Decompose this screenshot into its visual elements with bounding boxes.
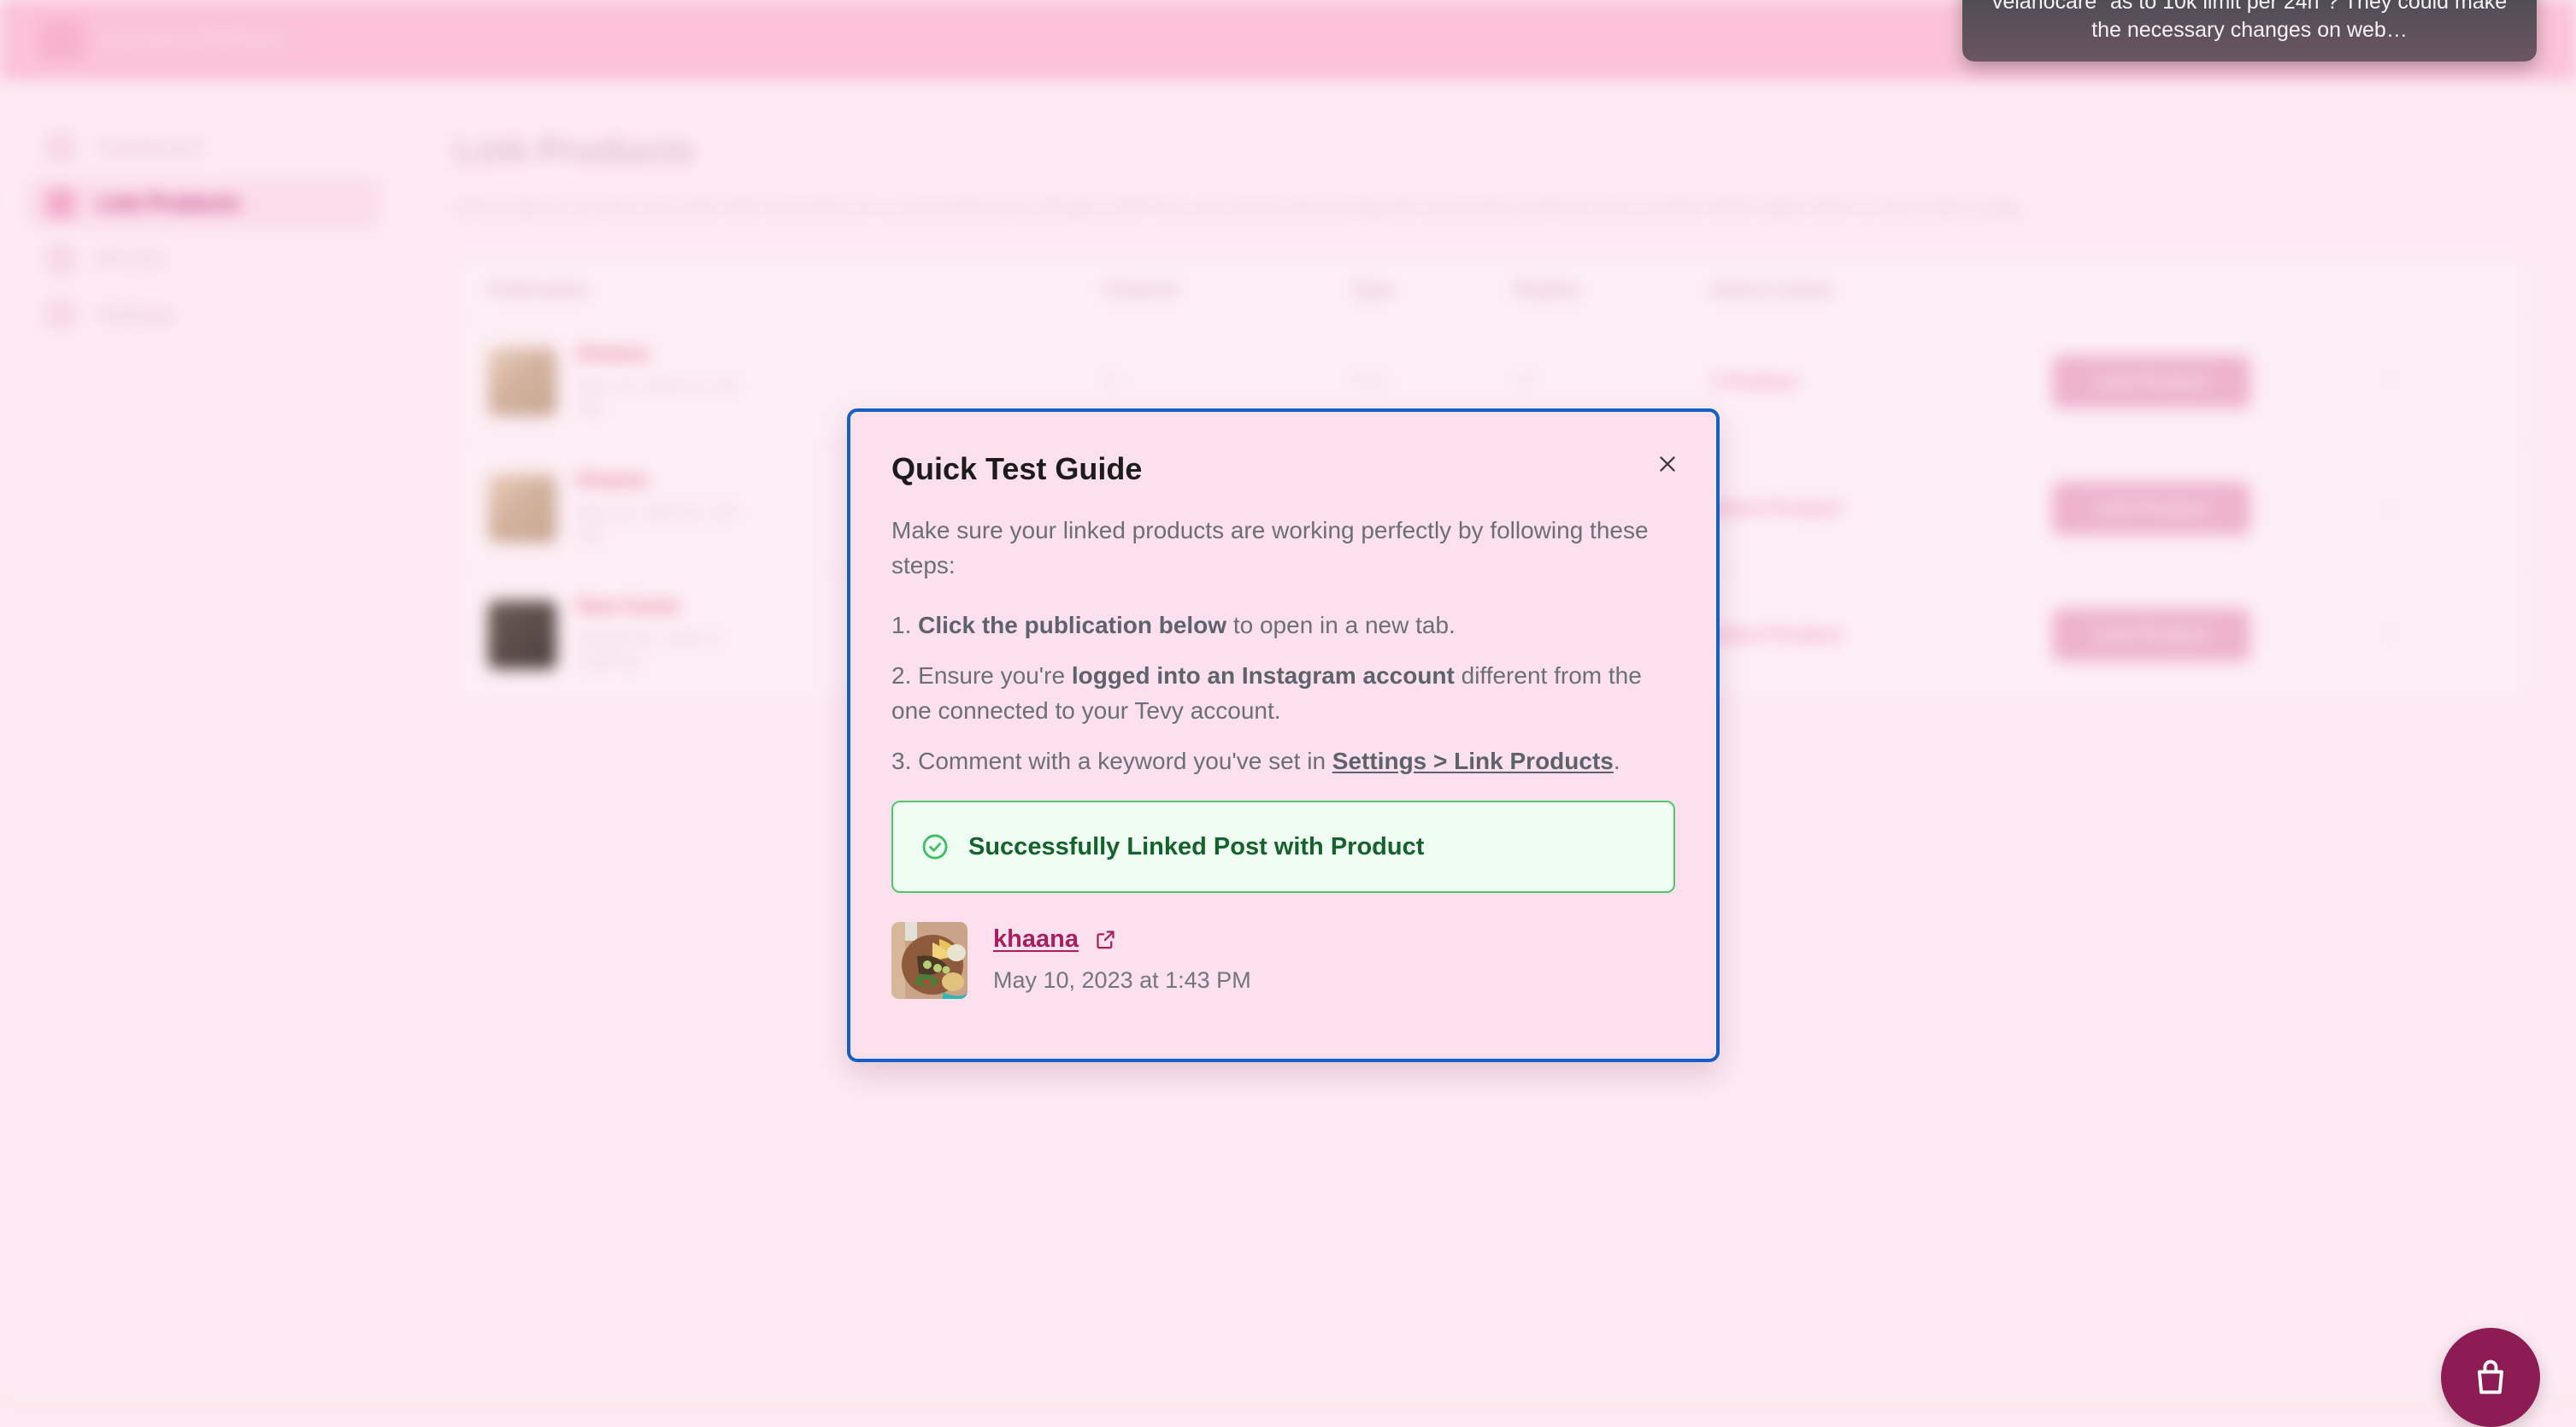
modal-step-3: 3. Comment with a keyword you've set in …	[891, 744, 1675, 779]
gear-icon	[46, 300, 75, 329]
sidebar-item-brands[interactable]: Brands	[27, 235, 379, 283]
step-number: 3.	[891, 748, 911, 774]
row-menu-icon[interactable]: ⋮	[2377, 367, 2403, 396]
success-banner-text: Successfully Linked Post with Product	[968, 833, 1424, 861]
column-header-select-linked: Select Linked	[1710, 279, 2052, 301]
step-number: 2.	[891, 662, 911, 689]
page-title: Link Products	[455, 130, 2528, 171]
publication-thumbnail	[488, 601, 556, 669]
column-header-channel: Channel	[1103, 279, 1351, 301]
publication-date: May 10, 2023 at 1:43 PM	[577, 501, 756, 549]
publication-date: May 10, 2023 at 1:43 PM	[577, 374, 756, 422]
modal-step-2: 2. Ensure you're logged into an Instagra…	[891, 659, 1675, 729]
quick-test-guide-modal: Quick Test Guide Make sure your linked p…	[847, 408, 1720, 1062]
success-banner: Successfully Linked Post with Product	[891, 801, 1675, 893]
selected-product-cell[interactable]: 1 Product	[1710, 371, 2052, 393]
sidebar-item-label: Brands	[97, 247, 165, 272]
link-product-button[interactable]: Link Product	[2052, 355, 2250, 408]
link-product-button[interactable]: Link Product	[2052, 608, 2250, 661]
check-circle-icon	[920, 832, 950, 861]
column-header-publication: Publication	[488, 279, 1103, 301]
type-cell: Post	[1351, 371, 1514, 393]
step-lead-text: Ensure you're	[918, 662, 1072, 689]
modal-title: Quick Test Guide	[891, 451, 1675, 487]
replies-cell: 10	[1514, 371, 1710, 393]
sidebar-item-label: Settings	[97, 302, 174, 327]
channel-cell: IG	[1103, 371, 1351, 393]
brand-title: Create Affiliate	[103, 26, 285, 55]
sidebar-item-dashboard[interactable]: Dashboard	[27, 124, 379, 172]
row-menu-icon[interactable]: ⋮	[2377, 493, 2403, 523]
column-header-type: Type	[1351, 279, 1514, 301]
publication-name[interactable]: khaana	[577, 468, 756, 492]
sidebar-item-link-products[interactable]: Link Products	[27, 179, 379, 227]
modal-publication-row: khaana May 10, 2023 at 1:43 PM	[891, 922, 1675, 999]
publication-thumbnail	[488, 348, 556, 416]
sidebar: Dashboard Link Products Brands Settings	[0, 80, 407, 1393]
close-icon[interactable]	[1648, 444, 1687, 484]
publication-thumbnail	[488, 474, 556, 543]
link-product-button[interactable]: Link Product	[2052, 482, 2250, 535]
modal-step-1: 1. Click the publication below to open i…	[891, 608, 1675, 643]
selected-product-cell[interactable]: Select Product	[1710, 624, 2052, 646]
step-rest-text: .	[1614, 748, 1620, 774]
step-bold-text: logged into an Instagram account	[1072, 662, 1455, 689]
step-rest-text: to open in a new tab.	[1226, 612, 1456, 638]
table-header-row: Publication Channel Type Replies Select …	[456, 261, 2527, 319]
step-bold-text: Click the publication below	[918, 612, 1226, 638]
modal-intro-text: Make sure your linked products are worki…	[891, 513, 1652, 584]
settings-link-products-link[interactable]: Settings > Link Products	[1332, 748, 1614, 774]
row-menu-icon[interactable]: ⋮	[2377, 620, 2403, 650]
sidebar-item-label: Link Products	[97, 191, 240, 216]
chat-fab-button[interactable]	[2441, 1328, 2540, 1427]
publication-date: August 30, 2023 at 2:08 PM	[577, 627, 756, 675]
publication-name[interactable]: New home	[577, 595, 756, 619]
close-x-glyph	[1656, 453, 1679, 475]
selected-product-cell[interactable]: Select Product	[1710, 497, 2052, 520]
column-header-replies: Replies	[1514, 279, 1710, 301]
brand-logo-icon	[39, 18, 84, 62]
publication-date: May 10, 2023 at 1:43 PM	[993, 967, 1251, 994]
publication-thumbnail[interactable]	[891, 922, 967, 999]
step-lead-text: Comment with a keyword you've set in	[918, 748, 1332, 774]
external-link-icon[interactable]	[1094, 928, 1117, 951]
shopping-bag-icon	[2468, 1355, 2513, 1400]
publication-name-row: khaana	[993, 925, 1251, 954]
page-description: Add products to posts and reels with com…	[455, 193, 2455, 222]
tag-icon	[46, 244, 75, 273]
sidebar-item-label: Dashboard	[97, 136, 202, 161]
toast-notification[interactable]: velanocare" as to 10k limit per 24h"? Th…	[1962, 0, 2537, 62]
publication-name-link[interactable]: khaana	[993, 925, 1079, 954]
step-number: 1.	[891, 612, 911, 638]
food-photo-thumbnail	[891, 922, 967, 999]
publication-name[interactable]: khaana	[577, 342, 756, 366]
sidebar-item-settings[interactable]: Settings	[27, 291, 379, 338]
link-icon	[46, 189, 75, 218]
grid-icon	[46, 133, 75, 162]
